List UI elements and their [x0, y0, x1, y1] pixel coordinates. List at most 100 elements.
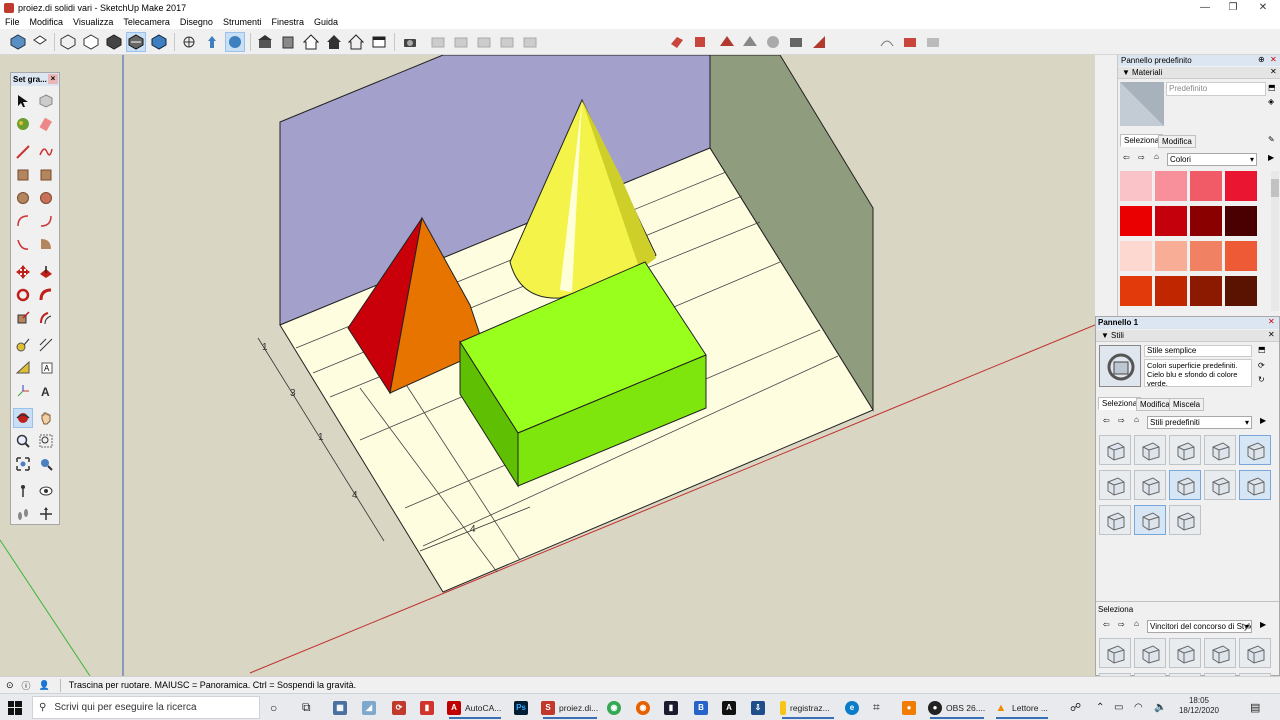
warehouse-icon[interactable]	[255, 32, 275, 52]
textured-style-icon[interactable]	[149, 32, 169, 52]
section-tool-2-icon[interactable]	[690, 32, 710, 52]
protractor-icon[interactable]	[13, 358, 33, 378]
edge-icon[interactable]: e	[845, 697, 863, 718]
text-tool-icon[interactable]: A	[36, 358, 56, 378]
polygon-tool-icon[interactable]	[36, 188, 56, 208]
pdf-reader-icon[interactable]: ▮	[420, 697, 438, 718]
circle-tool-icon[interactable]	[13, 188, 33, 208]
tab-styles-seleziona[interactable]: Seleziona	[1098, 397, 1142, 410]
sandbox-tool-4-icon[interactable]	[497, 32, 517, 52]
notification-icon[interactable]: ▤	[1250, 697, 1260, 718]
style-thumbnail[interactable]	[1099, 470, 1131, 500]
eraser-icon[interactable]	[36, 114, 56, 134]
styles-details-arrow-icon[interactable]: ▶	[1260, 416, 1266, 425]
task-view-icon[interactable]: ⧉	[302, 697, 311, 718]
pan-tool-icon[interactable]	[202, 32, 222, 52]
pin-icon[interactable]: ⊕	[1258, 55, 1265, 64]
taskbar-autocad[interactable]: A AutoCA...	[447, 697, 503, 719]
materials-section-header[interactable]: ▼ Materiali ✕	[1118, 67, 1280, 79]
taskbar-sketchup[interactable]: S proiez.di...	[541, 697, 599, 719]
details-arrow-icon[interactable]: ▶	[1268, 153, 1274, 162]
zoom-window-icon[interactable]	[36, 431, 56, 451]
wireframe-style-icon[interactable]	[81, 32, 101, 52]
styles-back-icon[interactable]: ⇦	[1103, 416, 1110, 425]
eyedropper-icon[interactable]: ✎	[1268, 135, 1275, 144]
line-pencil-icon[interactable]	[13, 142, 33, 162]
xray-style-icon[interactable]	[58, 32, 78, 52]
material-swatch[interactable]	[1120, 171, 1152, 201]
windows-start-icon[interactable]	[8, 697, 26, 718]
menu-visualizza[interactable]: Visualizza	[73, 17, 113, 27]
house-outline-icon[interactable]	[346, 32, 366, 52]
network-icon[interactable]: ▭	[1114, 697, 1123, 718]
camera-icon[interactable]	[400, 32, 420, 52]
pie-tool-icon[interactable]	[36, 234, 56, 254]
menu-strumenti[interactable]: Strumenti	[223, 17, 262, 27]
paint-bucket-icon[interactable]	[13, 114, 33, 134]
material-swatch[interactable]	[1190, 171, 1222, 201]
acrobat-icon[interactable]: A	[722, 697, 740, 718]
walk-tool-icon[interactable]	[225, 32, 245, 52]
tab-materials-modifica[interactable]: Modifica	[1158, 135, 1196, 148]
tray-expand-icon[interactable]: ⌃	[1096, 697, 1104, 718]
make-component-icon[interactable]	[36, 91, 56, 111]
media-app-icon[interactable]: ▮	[664, 697, 682, 718]
menu-guida[interactable]: Guida	[314, 17, 338, 27]
terrain-tool-1-icon[interactable]	[717, 32, 737, 52]
materials-scrollbar[interactable]	[1271, 171, 1279, 311]
freehand-icon[interactable]	[36, 142, 56, 162]
taskbar-vlc[interactable]: ▲ Lettore ...	[994, 697, 1050, 719]
menu-disegno[interactable]: Disegno	[180, 17, 213, 27]
follow-me-icon[interactable]	[36, 285, 56, 305]
style-thumbnail[interactable]	[1169, 435, 1201, 465]
style-thumbnail[interactable]	[1134, 638, 1166, 668]
taskbar-clock[interactable]: 18:05 18/12/2020	[1174, 696, 1224, 717]
styles-forward-icon[interactable]: ⇨	[1118, 416, 1125, 425]
material-swatch[interactable]	[1190, 276, 1222, 306]
walk-footprints-icon[interactable]	[13, 504, 33, 524]
material-swatch[interactable]	[1225, 276, 1257, 306]
menu-telecamera[interactable]: Telecamera	[123, 17, 170, 27]
tab-materials-seleziona[interactable]: Seleziona	[1120, 134, 1164, 147]
feedback-icon[interactable]: ⌗	[873, 697, 880, 718]
close-button[interactable]: ✕	[1248, 0, 1278, 15]
info-icon[interactable]: ⓘ	[22, 679, 31, 692]
material-swatch[interactable]	[1120, 206, 1152, 236]
explorer-icon[interactable]: ◢	[362, 697, 380, 718]
volume-icon[interactable]: 🔈	[1154, 697, 1166, 718]
style-thumbnail[interactable]	[1134, 505, 1166, 535]
material-name-field[interactable]: Predefinito	[1166, 82, 1266, 96]
firefox-icon[interactable]: ◉	[636, 697, 654, 718]
tool-palette-close-button[interactable]: ×	[48, 74, 58, 84]
style-thumbnail[interactable]	[1099, 505, 1131, 535]
home-icon[interactable]	[301, 32, 321, 52]
taskbar-search-box[interactable]: ⚲ Scrivi qui per eseguire la ricerca	[32, 696, 260, 719]
style-thumbnail[interactable]	[1239, 470, 1271, 500]
styles-library-select[interactable]: Stili predefiniti	[1147, 416, 1252, 429]
material-swatch[interactable]	[1155, 276, 1187, 306]
create-style-icon[interactable]: ⬒	[1258, 345, 1266, 354]
axes-tool-icon[interactable]	[13, 381, 33, 401]
style-thumbnail[interactable]	[1204, 435, 1236, 465]
orbit-palette-icon[interactable]	[13, 408, 33, 428]
styles-section-header[interactable]: ▼ Stili ✕	[1096, 330, 1279, 342]
geo-location-icon[interactable]: ⊙	[6, 680, 14, 691]
material-swatch[interactable]	[1225, 206, 1257, 236]
material-swatch[interactable]	[1120, 276, 1152, 306]
rotated-rectangle-icon[interactable]	[36, 165, 56, 185]
menu-modifica[interactable]: Modifica	[30, 17, 64, 27]
pan-hand-icon[interactable]	[36, 408, 56, 428]
second-library-select[interactable]: Vincitori del concorso di Style	[1147, 620, 1252, 633]
two-point-arc-icon[interactable]	[36, 211, 56, 231]
material-swatch[interactable]	[1190, 206, 1222, 236]
section-tool-1-icon[interactable]	[667, 32, 687, 52]
style-thumbnail[interactable]	[1169, 638, 1201, 668]
look-around-icon[interactable]	[36, 481, 56, 501]
tray-close-button[interactable]: ✕	[1270, 55, 1277, 64]
sandbox-tool-5-icon[interactable]	[520, 32, 540, 52]
menu-finestra[interactable]: Finestra	[271, 17, 304, 27]
zoom-extents-icon[interactable]	[13, 454, 33, 474]
restore-button[interactable]: ❐	[1218, 0, 1248, 15]
scale-tool-icon[interactable]	[13, 308, 33, 328]
offset-tool-icon[interactable]	[36, 308, 56, 328]
